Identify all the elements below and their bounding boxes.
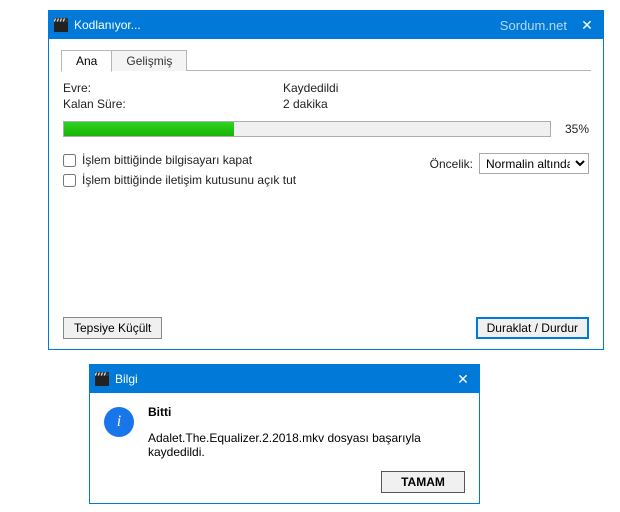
checkbox-keep-dialog[interactable]: İşlem bittiğinde iletişim kutusunu açık … [63, 173, 296, 187]
titlebar[interactable]: Kodlanıyor... Sordum.net ✕ [49, 11, 603, 39]
info-dialog: Bilgi ✕ i Bitti Adalet.The.Equalizer.2.2… [89, 364, 480, 504]
priority-select[interactable]: Normalin altında [479, 153, 589, 174]
checkbox-shutdown-label: İşlem bittiğinde bilgisayarı kapat [82, 153, 252, 167]
dialog-title: Bilgi [115, 372, 138, 386]
time-left-row: Kalan Süre: 2 dakika [63, 97, 589, 111]
dialog-message: Adalet.The.Equalizer.2.2018.mkv dosyası … [148, 431, 465, 459]
progress-bar [63, 121, 551, 137]
phase-value: Kaydedildi [283, 81, 589, 95]
phase-label: Evre: [63, 81, 283, 95]
dialog-client: i Bitti Adalet.The.Equalizer.2.2018.mkv … [90, 393, 479, 503]
options-row: İşlem bittiğinde bilgisayarı kapat İşlem… [63, 153, 589, 187]
time-left-value: 2 dakika [283, 97, 589, 111]
titlebar[interactable]: Bilgi ✕ [90, 365, 479, 393]
progress-row: 35% [63, 121, 589, 137]
tab-label: Gelişmiş [126, 54, 172, 68]
dialog-heading: Bitti [148, 405, 465, 419]
progress-percent: 35% [559, 122, 589, 136]
checkbox-keep-dialog-input[interactable] [63, 174, 76, 187]
phase-row: Evre: Kaydedildi [63, 81, 589, 95]
priority-label: Öncelik: [430, 157, 473, 171]
tab-strip: Ana Gelişmiş [61, 49, 591, 71]
tab-advanced[interactable]: Gelişmiş [111, 50, 187, 71]
info-icon: i [104, 407, 134, 437]
window-title: Kodlanıyor... [74, 18, 141, 32]
tab-main[interactable]: Ana [61, 50, 112, 72]
checkbox-shutdown[interactable]: İşlem bittiğinde bilgisayarı kapat [63, 153, 296, 167]
client-area: Ana Gelişmiş Evre: Kaydedildi Kalan Süre… [49, 39, 603, 349]
close-icon[interactable]: ✕ [453, 371, 473, 388]
pause-stop-button[interactable]: Duraklat / Durdur [476, 317, 589, 339]
button-label: Tepsiye Küçült [74, 321, 151, 335]
close-icon[interactable]: ✕ [577, 17, 597, 34]
watermark-text: Sordum.net [500, 18, 567, 33]
checkbox-keep-dialog-label: İşlem bittiğinde iletişim kutusunu açık … [82, 173, 296, 187]
button-label: TAMAM [401, 475, 445, 489]
tab-panel-main: Evre: Kaydedildi Kalan Süre: 2 dakika 35… [61, 71, 591, 339]
encoding-window: Kodlanıyor... Sordum.net ✕ Ana Gelişmiş … [48, 10, 604, 350]
priority-control: Öncelik: Normalin altında [430, 153, 589, 174]
minimize-to-tray-button[interactable]: Tepsiye Küçült [63, 317, 162, 339]
button-row: Tepsiye Küçült Duraklat / Durdur [63, 307, 589, 339]
clapperboard-icon [54, 18, 68, 32]
time-left-label: Kalan Süre: [63, 97, 283, 111]
tab-label: Ana [76, 54, 97, 68]
ok-button[interactable]: TAMAM [381, 471, 465, 493]
checkbox-shutdown-input[interactable] [63, 154, 76, 167]
button-label: Duraklat / Durdur [487, 321, 578, 335]
clapperboard-icon [95, 372, 109, 386]
